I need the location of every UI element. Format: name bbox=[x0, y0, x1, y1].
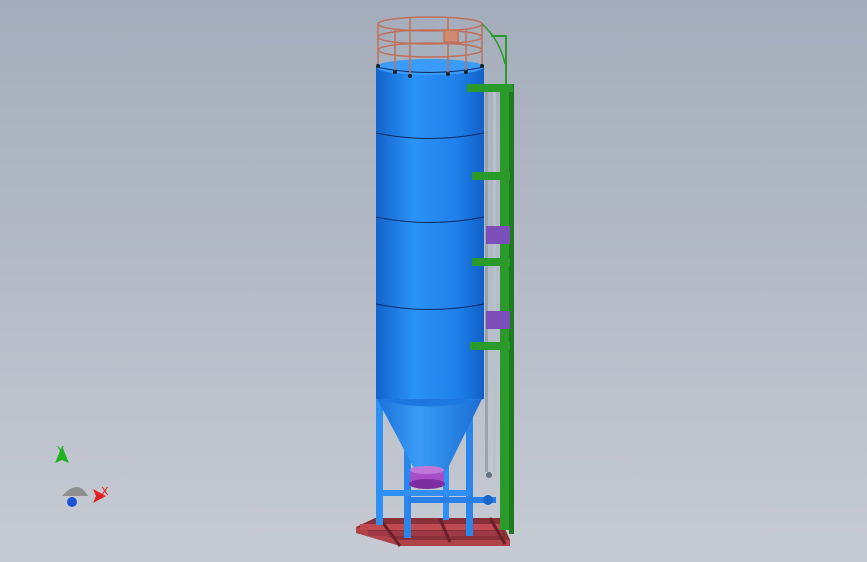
axis-triad: Y X bbox=[55, 444, 109, 507]
silo-body bbox=[375, 59, 485, 407]
y-axis-label: Y bbox=[56, 444, 64, 457]
x-axis-label: X bbox=[101, 485, 109, 498]
z-axis-icon bbox=[67, 497, 77, 507]
3d-viewport[interactable]: Y X bbox=[0, 0, 867, 562]
silo-model[interactable] bbox=[0, 0, 867, 562]
